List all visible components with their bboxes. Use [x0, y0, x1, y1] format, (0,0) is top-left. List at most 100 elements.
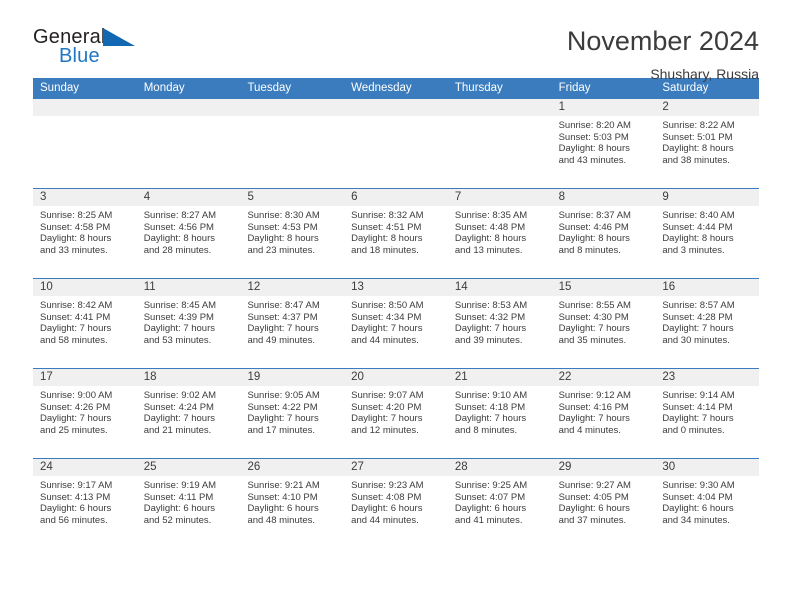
day-details: Sunrise: 8:57 AM Sunset: 4:28 PM Daylight:… — [655, 296, 759, 346]
sunset-text: Sunset: 4:07 PM — [454, 491, 526, 503]
sunset-text: Sunset: 4:56 PM — [143, 221, 214, 233]
sunset-text: Sunset: 4:08 PM — [351, 491, 422, 503]
day-number: 14 — [447, 279, 552, 296]
daylight-text-line2: and 8 minutes. — [454, 424, 518, 436]
sunset-text: Sunset: 4:41 PM — [40, 311, 111, 323]
day-cell[interactable]: 1 Sunrise: 8:20 AM Sunset: 5:03 PM Daylight… — [551, 99, 656, 188]
sunset-text: Sunset: 4:46 PM — [558, 221, 629, 233]
day-number — [344, 99, 448, 116]
day-cell[interactable]: 13 Sunrise: 8:50 AM Sunset: 4:34 PM Dayligh… — [344, 279, 448, 368]
day-details: Sunrise: 8:32 AM Sunset: 4:51 PM Daylight:… — [344, 206, 448, 256]
sunset-text: Sunset: 5:01 PM — [662, 131, 733, 143]
day-cell[interactable]: 3 Sunrise: 8:25 AM Sunset: 4:58 PM Daylight… — [33, 189, 137, 278]
daylight-text-line1: Daylight: 7 hours — [351, 413, 423, 425]
day-cell[interactable]: 21 Sunrise: 9:10 AM Sunset: 4:18 PM Dayligh… — [447, 369, 552, 458]
day-details: Sunrise: 9:30 AM Sunset: 4:04 PM Daylight:… — [655, 476, 759, 526]
daylight-text-line1: Daylight: 7 hours — [40, 323, 112, 335]
daylight-text-line2: and 13 minutes. — [454, 244, 523, 256]
day-number: 3 — [33, 189, 137, 206]
general-blue-logo[interactable]: General Blue — [33, 26, 153, 74]
day-number: 24 — [33, 459, 137, 476]
day-cell[interactable]: 10 Sunrise: 8:42 AM Sunset: 4:41 PM Dayligh… — [33, 279, 137, 368]
day-cell[interactable]: 22 Sunrise: 9:12 AM Sunset: 4:16 PM Dayligh… — [551, 369, 656, 458]
day-details: Sunrise: 8:53 AM Sunset: 4:32 PM Daylight:… — [448, 296, 552, 346]
day-details: Sunrise: 9:19 AM Sunset: 4:11 PM Daylight:… — [137, 476, 241, 526]
day-cell[interactable]: 24 Sunrise: 9:17 AM Sunset: 4:13 PM Dayligh… — [33, 459, 137, 548]
day-number: 18 — [136, 369, 241, 386]
sunrise-text: Sunrise: 8:20 AM — [558, 120, 631, 131]
day-number — [240, 99, 345, 116]
day-cell[interactable]: 5 Sunrise: 8:30 AM Sunset: 4:53 PM Daylight… — [240, 189, 345, 278]
daylight-text-line1: Daylight: 8 hours — [454, 233, 527, 245]
day-cell[interactable]: 27 Sunrise: 9:23 AM Sunset: 4:08 PM Dayligh… — [344, 459, 448, 548]
day-details: Sunrise: 9:12 AM Sunset: 4:16 PM Daylight:… — [552, 386, 656, 436]
daylight-text-line1: Daylight: 7 hours — [454, 413, 527, 425]
day-cell[interactable]: 12 Sunrise: 8:47 AM Sunset: 4:37 PM Dayligh… — [240, 279, 345, 368]
day-cell[interactable]: 29 Sunrise: 9:27 AM Sunset: 4:05 PM Dayligh… — [551, 459, 656, 548]
daylight-text-line1: Daylight: 8 hours — [558, 233, 630, 245]
day-details: Sunrise: 9:17 AM Sunset: 4:13 PM Daylight:… — [33, 476, 137, 526]
day-number — [136, 99, 241, 116]
day-cell[interactable]: 23 Sunrise: 9:14 AM Sunset: 4:14 PM Dayligh… — [655, 369, 760, 458]
daylight-text-line1: Daylight: 8 hours — [351, 233, 423, 245]
day-cell[interactable]: 8 Sunrise: 8:37 AM Sunset: 4:46 PM Daylight… — [551, 189, 656, 278]
daylight-text-line1: Daylight: 6 hours — [351, 503, 423, 515]
sunrise-text: Sunrise: 9:05 AM — [247, 390, 320, 401]
daylight-text-line2: and 17 minutes. — [247, 424, 316, 436]
day-number: 21 — [447, 369, 552, 386]
sunrise-text: Sunrise: 9:02 AM — [143, 390, 217, 401]
daylight-text-line1: Daylight: 6 hours — [558, 503, 630, 515]
day-details: Sunrise: 9:02 AM Sunset: 4:24 PM Daylight:… — [137, 386, 241, 436]
day-cell[interactable]: 14 Sunrise: 8:53 AM Sunset: 4:32 PM Dayligh… — [447, 279, 552, 368]
daylight-text-line1: Daylight: 7 hours — [143, 323, 216, 335]
day-cell[interactable]: 4 Sunrise: 8:27 AM Sunset: 4:56 PM Daylight… — [136, 189, 241, 278]
daylight-text-line2: and 38 minutes. — [662, 154, 730, 166]
day-number: 9 — [655, 189, 760, 206]
day-cell[interactable]: 18 Sunrise: 9:02 AM Sunset: 4:24 PM Dayligh… — [136, 369, 241, 458]
sunrise-text: Sunrise: 9:19 AM — [143, 480, 217, 491]
day-cell[interactable]: 2 Sunrise: 8:22 AM Sunset: 5:01 PM Daylight… — [655, 99, 760, 188]
sunrise-text: Sunrise: 9:17 AM — [40, 480, 113, 491]
day-cell[interactable]: 17 Sunrise: 9:00 AM Sunset: 4:26 PM Dayligh… — [33, 369, 137, 458]
day-cell[interactable]: 19 Sunrise: 9:05 AM Sunset: 4:22 PM Dayligh… — [240, 369, 345, 458]
day-cell[interactable]: 9 Sunrise: 8:40 AM Sunset: 4:44 PM Daylight… — [655, 189, 760, 278]
week-row: 10 Sunrise: 8:42 AM Sunset: 4:41 PM Dayligh… — [33, 278, 760, 368]
day-number: 15 — [551, 279, 656, 296]
calendar-grid: Sunday Monday Tuesday Wednesday Thursday… — [33, 78, 760, 548]
day-cell[interactable]: 28 Sunrise: 9:25 AM Sunset: 4:07 PM Dayligh… — [447, 459, 552, 548]
day-cell-empty — [344, 99, 448, 188]
day-details: Sunrise: 9:00 AM Sunset: 4:26 PM Daylight:… — [33, 386, 137, 436]
daylight-text-line2: and 44 minutes. — [351, 334, 419, 346]
sunrise-text: Sunrise: 8:35 AM — [454, 210, 528, 221]
day-cell[interactable]: 20 Sunrise: 9:07 AM Sunset: 4:20 PM Dayligh… — [344, 369, 448, 458]
weekday-header-friday: Friday — [558, 82, 591, 94]
sunrise-text: Sunrise: 8:22 AM — [662, 120, 735, 131]
sunset-text: Sunset: 4:14 PM — [662, 401, 733, 413]
day-details: Sunrise: 8:55 AM Sunset: 4:30 PM Daylight:… — [552, 296, 656, 346]
day-cell[interactable]: 15 Sunrise: 8:55 AM Sunset: 4:30 PM Dayligh… — [551, 279, 656, 368]
day-number: 2 — [655, 99, 760, 116]
daylight-text-line2: and 35 minutes. — [558, 334, 627, 346]
day-cell[interactable]: 7 Sunrise: 8:35 AM Sunset: 4:48 PM Daylight… — [447, 189, 552, 278]
daylight-text-line1: Daylight: 7 hours — [558, 323, 630, 335]
day-cell[interactable]: 11 Sunrise: 8:45 AM Sunset: 4:39 PM Dayligh… — [136, 279, 241, 368]
day-cell[interactable]: 16 Sunrise: 8:57 AM Sunset: 4:28 PM Dayligh… — [655, 279, 760, 368]
daylight-text-line1: Daylight: 7 hours — [662, 323, 734, 335]
daylight-text-line2: and 58 minutes. — [40, 334, 108, 346]
daylight-text-line2: and 52 minutes. — [143, 514, 212, 526]
sunrise-text: Sunrise: 9:07 AM — [351, 390, 424, 401]
sunset-text: Sunset: 4:37 PM — [247, 311, 318, 323]
day-number: 28 — [447, 459, 552, 476]
day-cell[interactable]: 26 Sunrise: 9:21 AM Sunset: 4:10 PM Dayligh… — [240, 459, 345, 548]
day-cell-empty — [33, 99, 137, 188]
weekday-header-tuesday: Tuesday — [247, 82, 292, 94]
sunset-text: Sunset: 4:18 PM — [454, 401, 526, 413]
day-cell[interactable]: 30 Sunrise: 9:30 AM Sunset: 4:04 PM Dayligh… — [655, 459, 760, 548]
daylight-text-line1: Daylight: 8 hours — [558, 143, 630, 155]
daylight-text-line2: and 56 minutes. — [40, 514, 108, 526]
day-cell[interactable]: 25 Sunrise: 9:19 AM Sunset: 4:11 PM Dayligh… — [136, 459, 241, 548]
day-details: Sunrise: 8:20 AM Sunset: 5:03 PM Daylight:… — [552, 116, 656, 166]
day-details: Sunrise: 8:25 AM Sunset: 4:58 PM Daylight:… — [33, 206, 137, 256]
day-cell[interactable]: 6 Sunrise: 8:32 AM Sunset: 4:51 PM Daylight… — [344, 189, 448, 278]
day-number: 1 — [551, 99, 656, 116]
